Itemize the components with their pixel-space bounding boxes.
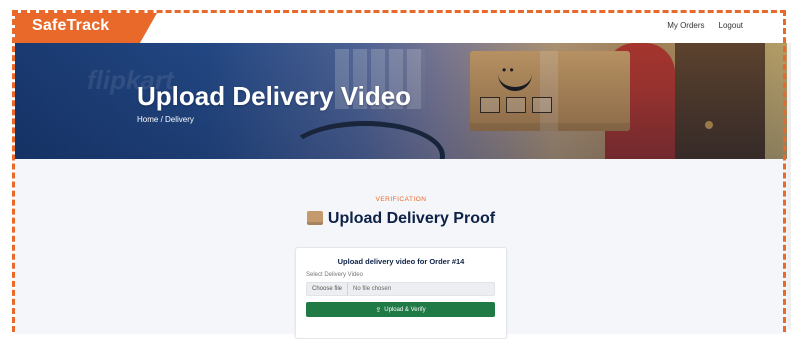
nav-link-logout[interactable]: Logout — [719, 21, 743, 30]
card-title: Upload delivery video for Order #14 — [337, 257, 465, 266]
navbar: SafeTrack My Orders Logout — [15, 13, 783, 43]
hero-banner: • • flipkart Upload Delivery Video Home … — [15, 43, 787, 159]
main-content: VERIFICATION Upload Delivery Proof Uploa… — [15, 159, 787, 339]
upload-verify-button[interactable]: ⇪ Upload & Verify — [306, 302, 495, 317]
upload-verify-label: Upload & Verify — [384, 306, 426, 313]
upload-icon: ⇪ — [375, 306, 382, 314]
video-field-label: Select Delivery Video — [306, 272, 363, 278]
nav-links: My Orders Logout — [667, 21, 743, 30]
page-title: Upload Delivery Video — [137, 81, 412, 111]
section-title-text: Upload Delivery Proof — [327, 210, 496, 227]
video-file-input[interactable]: Choose file No file chosen — [306, 282, 495, 296]
section-kicker: VERIFICATION — [375, 196, 427, 203]
brand-logo[interactable]: SafeTrack — [15, 13, 157, 43]
brand-name: SafeTrack — [32, 17, 110, 34]
page-scrollbar[interactable] — [787, 43, 791, 329]
breadcrumb: Home / Delivery — [137, 115, 194, 124]
file-status-text: No file chosen — [353, 286, 392, 292]
section-title: Upload Delivery Proof — [15, 209, 787, 228]
choose-file-button[interactable]: Choose file — [307, 283, 349, 295]
package-icon — [306, 211, 323, 225]
nav-link-my-orders[interactable]: My Orders — [667, 21, 704, 30]
upload-card: Upload delivery video for Order #14 Sele… — [295, 247, 507, 339]
